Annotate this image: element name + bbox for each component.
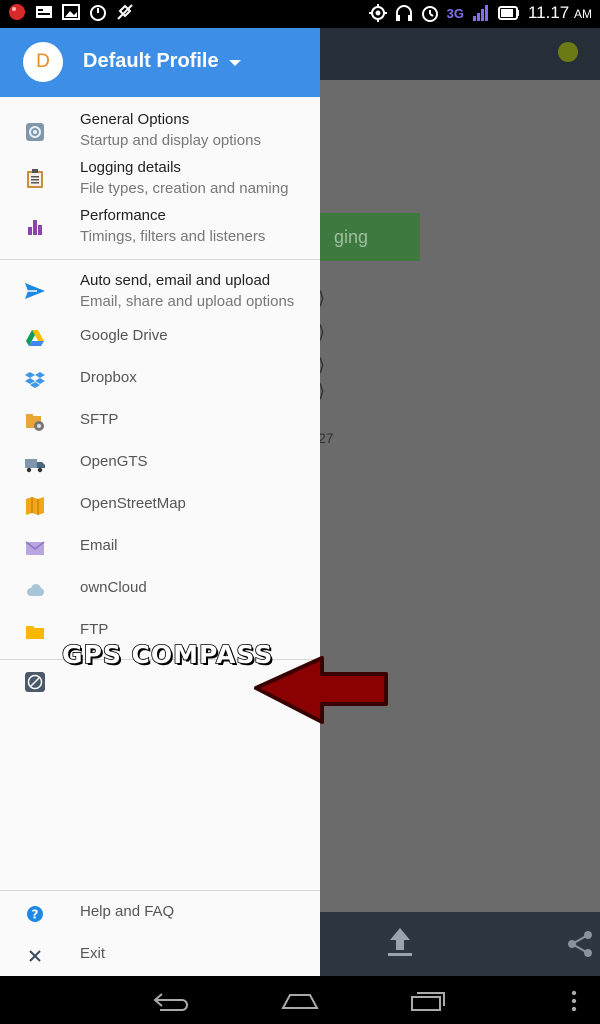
- clipboard-icon: [27, 169, 43, 188]
- clock: 11.17 AM: [527, 3, 592, 22]
- menu-item-label: OpenStreetMap: [80, 495, 186, 512]
- truck-icon: [25, 459, 45, 473]
- recents-icon[interactable]: [410, 990, 446, 1012]
- gear-icon: [26, 123, 44, 141]
- back-icon[interactable]: [152, 992, 190, 1012]
- menu-item-general-options[interactable]: General Options Startup and display opti…: [0, 110, 320, 158]
- menu-item-google-drive[interactable]: Google Drive: [0, 322, 320, 364]
- status-dot: [558, 42, 578, 62]
- alarm-icon: [421, 6, 438, 22]
- folder-icon: [26, 626, 44, 639]
- menu-item-label: Dropbox: [80, 369, 137, 386]
- google-drive-icon: [26, 330, 44, 346]
- menu-item-subtitle: File types, creation and naming: [80, 180, 289, 197]
- menu-item-subtitle: Email, share and upload options: [80, 293, 295, 310]
- menu-item-dropbox[interactable]: Dropbox: [0, 364, 320, 406]
- upload-icon: [388, 928, 412, 956]
- menu-item-sftp[interactable]: SFTP: [0, 406, 320, 448]
- close-icon: [29, 950, 41, 962]
- image-icon: [62, 4, 80, 20]
- send-icon: [25, 283, 45, 299]
- status-right-icons: 3G 11.17 AM: [368, 3, 592, 23]
- menu-item-performance[interactable]: Performance Timings, filters and listene…: [0, 206, 320, 254]
- divider: [0, 890, 320, 891]
- menu-item-label: Email: [80, 537, 118, 554]
- profile-name[interactable]: Default Profile: [83, 50, 219, 73]
- cloud-icon: [27, 584, 44, 596]
- network-type: 3G: [446, 5, 464, 21]
- email-icon: [25, 541, 45, 555]
- menu-item-label: SFTP: [80, 411, 119, 428]
- menu-item-label: Google Drive: [80, 327, 168, 344]
- menu-item-title: General Options: [80, 111, 190, 128]
- drawer-header[interactable]: D Default Profile: [0, 28, 320, 97]
- dropdown-caret-icon[interactable]: [229, 60, 241, 66]
- notification-icon: [36, 6, 52, 18]
- menu-item-subtitle: Startup and display options: [80, 132, 261, 149]
- svg-text:?: ?: [32, 908, 39, 922]
- menu-item-title: Performance: [80, 207, 166, 224]
- divider: [0, 259, 320, 260]
- battery-icon: [497, 6, 519, 20]
- status-bar: 3G 11.17 AM: [0, 0, 600, 28]
- menu-item-label: FTP: [80, 621, 109, 638]
- menu-item-email[interactable]: Email: [0, 532, 320, 574]
- background-start-logging-button: ging: [320, 213, 420, 261]
- menu-item-owncloud[interactable]: ownCloud: [0, 574, 320, 616]
- headset-icon: [395, 5, 412, 21]
- app-icon: [9, 4, 25, 20]
- navigation-drawer: D Default Profile General Options Startu…: [0, 28, 320, 976]
- menu-item-logging-details[interactable]: Logging details File types, creation and…: [0, 158, 320, 206]
- gps-compass-annotation: GPS COMPASS: [61, 639, 274, 670]
- menu-item-help[interactable]: ? Help and FAQ: [0, 898, 320, 940]
- status-left-icons: [8, 3, 134, 21]
- menu-item-label: Help and FAQ: [80, 903, 175, 920]
- menu-item-label: Exit: [80, 945, 106, 962]
- sftp-icon: [26, 414, 44, 431]
- menu-item-label: ownCloud: [80, 579, 147, 596]
- menu-item-title: Logging details: [80, 159, 181, 176]
- menu-item-openstreetmap[interactable]: OpenStreetMap: [0, 490, 320, 532]
- compass-icon: [25, 672, 45, 692]
- background-bottom-bar: [320, 912, 600, 976]
- timer-icon: [90, 5, 106, 21]
- menu-item-opengts[interactable]: OpenGTS: [0, 448, 320, 490]
- avatar[interactable]: D: [23, 42, 63, 82]
- help-icon: ?: [27, 906, 43, 922]
- signal-icon: [472, 5, 488, 21]
- menu-item-subtitle: Timings, filters and listeners: [80, 228, 266, 245]
- system-navigation-bar: [0, 976, 600, 1024]
- gps-off-icon: [117, 4, 133, 20]
- map-icon: [26, 497, 44, 515]
- menu-item-label: OpenGTS: [80, 453, 148, 470]
- background-text: 27: [318, 430, 334, 446]
- red-arrow-icon: [254, 656, 388, 724]
- bar-chart-icon: [28, 220, 42, 235]
- menu-item-title: Auto send, email and upload: [80, 272, 271, 289]
- overflow-menu-icon[interactable]: [570, 990, 578, 1012]
- home-icon[interactable]: [281, 992, 319, 1010]
- share-icon: [568, 931, 592, 957]
- dropbox-icon: [25, 372, 45, 388]
- menu-item-auto-send[interactable]: Auto send, email and upload Email, share…: [0, 271, 320, 319]
- location-icon: [368, 4, 387, 22]
